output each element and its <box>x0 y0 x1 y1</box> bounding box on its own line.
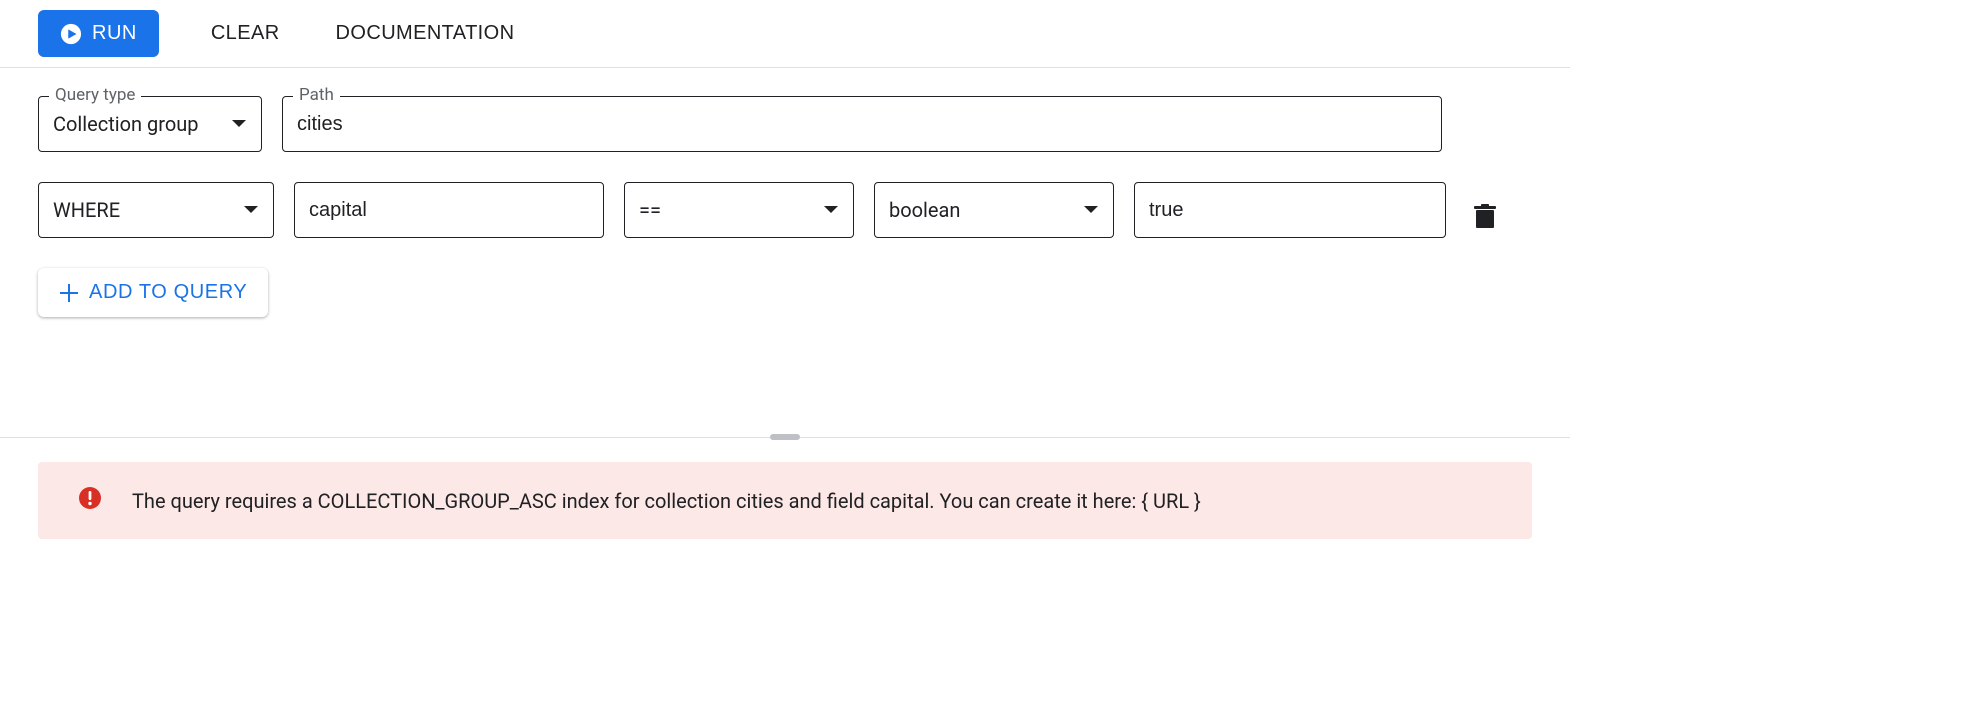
error-message-text: The query requires a COLLECTION_GROUP_AS… <box>132 489 1201 513</box>
path-input[interactable]: Path <box>282 96 1442 152</box>
run-button[interactable]: RUN <box>38 10 159 57</box>
condition-value-input[interactable] <box>1134 182 1446 238</box>
resize-divider[interactable]: The query requires a COLLECTION_GROUP_AS… <box>0 437 1570 539</box>
query-type-select[interactable]: Query type Collection group <box>38 96 262 152</box>
error-icon <box>78 486 102 515</box>
condition-field-input[interactable] <box>294 182 604 238</box>
error-alert: The query requires a COLLECTION_GROUP_AS… <box>38 462 1532 539</box>
drag-handle-icon <box>770 434 800 440</box>
operator-select[interactable]: == <box>624 182 854 238</box>
caret-down-icon <box>1083 205 1099 215</box>
run-button-label: RUN <box>92 22 137 45</box>
query-type-value: Collection group <box>53 112 217 136</box>
plus-icon <box>59 283 79 303</box>
path-input-field[interactable] <box>297 113 1427 136</box>
caret-down-icon <box>231 119 247 129</box>
condition-field-value[interactable] <box>309 199 589 222</box>
query-type-label: Query type <box>49 85 141 105</box>
value-type-value: boolean <box>889 198 1069 222</box>
path-label: Path <box>293 85 340 105</box>
caret-down-icon <box>243 205 259 215</box>
clause-value: WHERE <box>53 198 229 222</box>
caret-down-icon <box>823 205 839 215</box>
clear-button[interactable]: CLEAR <box>207 12 284 55</box>
trash-icon <box>1474 204 1496 230</box>
documentation-button[interactable]: DOCUMENTATION <box>332 12 519 55</box>
toolbar: RUN CLEAR DOCUMENTATION <box>0 0 1570 68</box>
query-builder: Query type Collection group Path WHERE <box>0 68 1570 357</box>
add-to-query-button[interactable]: ADD TO QUERY <box>38 268 268 317</box>
condition-value-field[interactable] <box>1149 199 1431 222</box>
value-type-select[interactable]: boolean <box>874 182 1114 238</box>
clause-select[interactable]: WHERE <box>38 182 274 238</box>
add-to-query-label: ADD TO QUERY <box>89 281 247 304</box>
operator-value: == <box>639 198 809 222</box>
play-icon <box>60 23 82 45</box>
delete-condition-button[interactable] <box>1466 196 1504 238</box>
